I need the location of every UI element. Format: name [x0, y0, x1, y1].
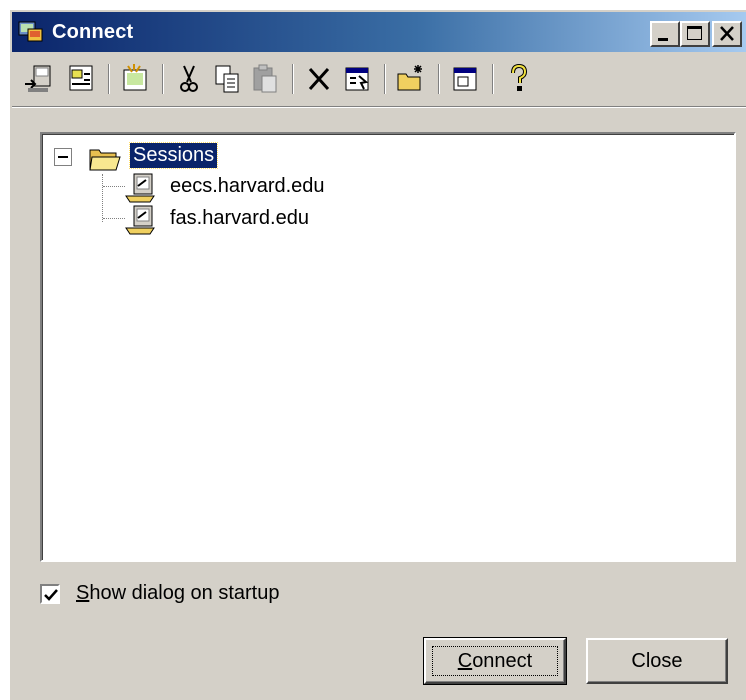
paste-icon: [253, 64, 277, 93]
window-icon: [453, 67, 477, 91]
tree-item-session[interactable]: fas.harvard.edu: [170, 207, 309, 230]
delete-button[interactable]: [302, 62, 336, 96]
collapse-toggle[interactable]: [54, 148, 72, 166]
window-title: Connect: [52, 21, 134, 43]
help-icon: [511, 63, 528, 91]
maximize-icon: [687, 26, 702, 40]
window-button[interactable]: [448, 62, 482, 96]
app-icon: [18, 21, 43, 42]
toolbar-separator: [108, 64, 110, 94]
paste-button[interactable]: [248, 62, 282, 96]
toolbar-divider: [12, 106, 746, 108]
tree-line: [103, 218, 125, 219]
copy-button[interactable]: [210, 62, 244, 96]
toolbar-separator: [162, 64, 164, 94]
show-dialog-label: Show dialog on startup: [76, 582, 279, 605]
title-bar[interactable]: Connect: [12, 12, 746, 52]
close-window-button[interactable]: [712, 21, 742, 47]
connect-tab-icon: [69, 65, 93, 91]
minimize-button[interactable]: [650, 21, 680, 47]
connect-tab-button[interactable]: [64, 62, 98, 96]
session-icon: [125, 205, 155, 235]
quick-connect-button[interactable]: [22, 62, 56, 96]
connect-dialog: Connect Sessions eecs.harvard.edu fas.ha…: [8, 8, 746, 700]
cut-button[interactable]: [172, 62, 206, 96]
tree-root-sessions[interactable]: Sessions: [128, 142, 219, 169]
properties-button[interactable]: [340, 62, 374, 96]
toolbar-separator: [492, 64, 494, 94]
quick-connect-icon: [25, 65, 51, 92]
toolbar-separator: [438, 64, 440, 94]
cut-icon: [180, 65, 198, 92]
toolbar-separator: [292, 64, 294, 94]
new-folder-icon: [397, 65, 422, 91]
toolbar-separator: [384, 64, 386, 94]
label-text: how dialog on startup: [89, 582, 280, 604]
maximize-button[interactable]: [680, 21, 710, 47]
tree-line: [102, 174, 103, 222]
folder-open-icon: [89, 149, 121, 171]
properties-icon: [345, 67, 369, 91]
tree-item-session[interactable]: eecs.harvard.edu: [170, 175, 325, 198]
close-button[interactable]: Close: [586, 638, 728, 684]
help-button[interactable]: [502, 62, 536, 96]
checkmark-icon: [44, 589, 58, 601]
new-folder-button[interactable]: [394, 62, 428, 96]
focus-ring: [432, 646, 558, 676]
session-tree[interactable]: Sessions eecs.harvard.edu fas.harvard.ed…: [40, 132, 736, 562]
mnemonic-letter: S: [76, 582, 90, 604]
tree-line: [103, 186, 125, 187]
delete-icon: [308, 67, 330, 91]
session-icon: [125, 173, 155, 203]
minimize-icon: [658, 38, 668, 41]
new-session-button[interactable]: [118, 62, 152, 96]
toolbar: [12, 56, 746, 104]
new-session-icon: [123, 64, 147, 91]
copy-icon: [215, 65, 239, 93]
connect-button[interactable]: Connect: [423, 637, 567, 685]
close-icon: [720, 26, 734, 41]
show-dialog-checkbox[interactable]: [40, 584, 60, 604]
